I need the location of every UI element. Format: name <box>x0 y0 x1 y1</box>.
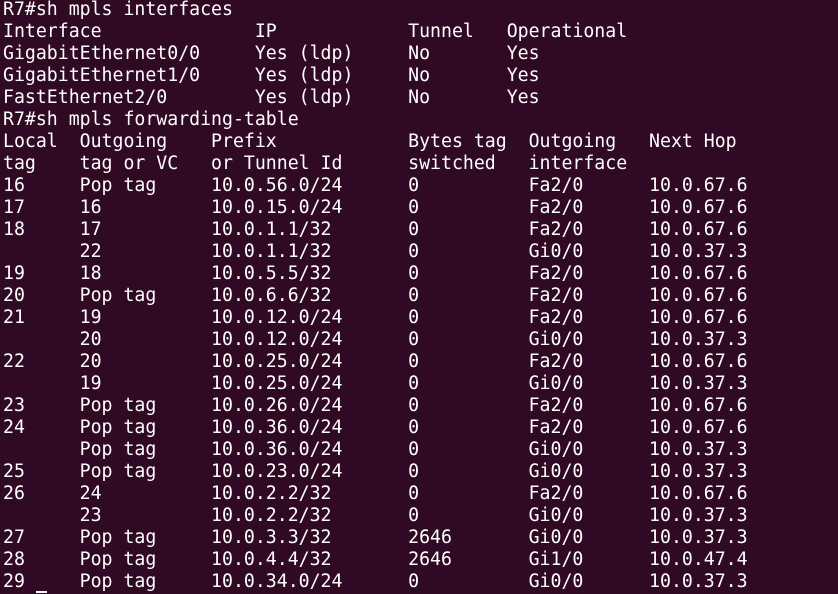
terminal-line: 22 20 10.0.25.0/24 0 Fa2/0 10.0.67.6 <box>3 351 748 372</box>
terminal-line: FastEthernet2/0 Yes (ldp) No Yes <box>3 87 540 108</box>
terminal-line: R7#sh mpls forwarding-table <box>3 109 299 130</box>
terminal-line: 22 10.0.1.1/32 0 Gi0/0 10.0.37.3 <box>3 241 748 262</box>
terminal-line: 24 Pop tag 10.0.36.0/24 0 Fa2/0 10.0.67.… <box>3 417 748 438</box>
terminal-line: 20 Pop tag 10.0.6.6/32 0 Fa2/0 10.0.67.6 <box>3 285 748 306</box>
terminal-line: 19 18 10.0.5.5/32 0 Fa2/0 10.0.67.6 <box>3 263 748 284</box>
terminal-line: 23 Pop tag 10.0.26.0/24 0 Fa2/0 10.0.67.… <box>3 395 748 416</box>
terminal-line: 27 Pop tag 10.0.3.3/32 2646 Gi0/0 10.0.3… <box>3 527 748 548</box>
terminal-line: 26 24 10.0.2.2/32 0 Fa2/0 10.0.67.6 <box>3 483 748 504</box>
terminal-line: Local Outgoing Prefix Bytes tag Outgoing… <box>3 131 737 152</box>
terminal-line: 28 Pop tag 10.0.4.4/32 2646 Gi1/0 10.0.4… <box>3 549 748 570</box>
terminal-line: 18 17 10.0.1.1/32 0 Fa2/0 10.0.67.6 <box>3 219 748 240</box>
text-cursor <box>36 591 47 593</box>
terminal-line: GigabitEthernet1/0 Yes (ldp) No Yes <box>3 65 540 86</box>
terminal-line: 29 Pop tag 10.0.34.0/24 0 Gi0/0 10.0.37.… <box>3 571 748 592</box>
terminal-line: R7#sh mpls interfaces <box>3 0 233 20</box>
terminal-line: 19 10.0.25.0/24 0 Gi0/0 10.0.37.3 <box>3 373 748 394</box>
terminal-line: GigabitEthernet0/0 Yes (ldp) No Yes <box>3 43 540 64</box>
terminal-line: 20 10.0.12.0/24 0 Gi0/0 10.0.37.3 <box>3 329 748 350</box>
terminal-line: 21 19 10.0.12.0/24 0 Fa2/0 10.0.67.6 <box>3 307 748 328</box>
terminal-line: 25 Pop tag 10.0.23.0/24 0 Gi0/0 10.0.37.… <box>3 461 748 482</box>
terminal-line: 23 10.0.2.2/32 0 Gi0/0 10.0.37.3 <box>3 505 748 526</box>
terminal-line: Interface IP Tunnel Operational <box>3 21 628 42</box>
terminal-line: Pop tag 10.0.36.0/24 0 Gi0/0 10.0.37.3 <box>3 439 748 460</box>
terminal-line: 16 Pop tag 10.0.56.0/24 0 Fa2/0 10.0.67.… <box>3 175 748 196</box>
terminal-output[interactable]: R7#sh mpls interfaces Interface IP Tunne… <box>3 0 835 594</box>
terminal-line: 17 16 10.0.15.0/24 0 Fa2/0 10.0.67.6 <box>3 197 748 218</box>
terminal-line: tag tag or VC or Tunnel Id switched inte… <box>3 153 628 174</box>
